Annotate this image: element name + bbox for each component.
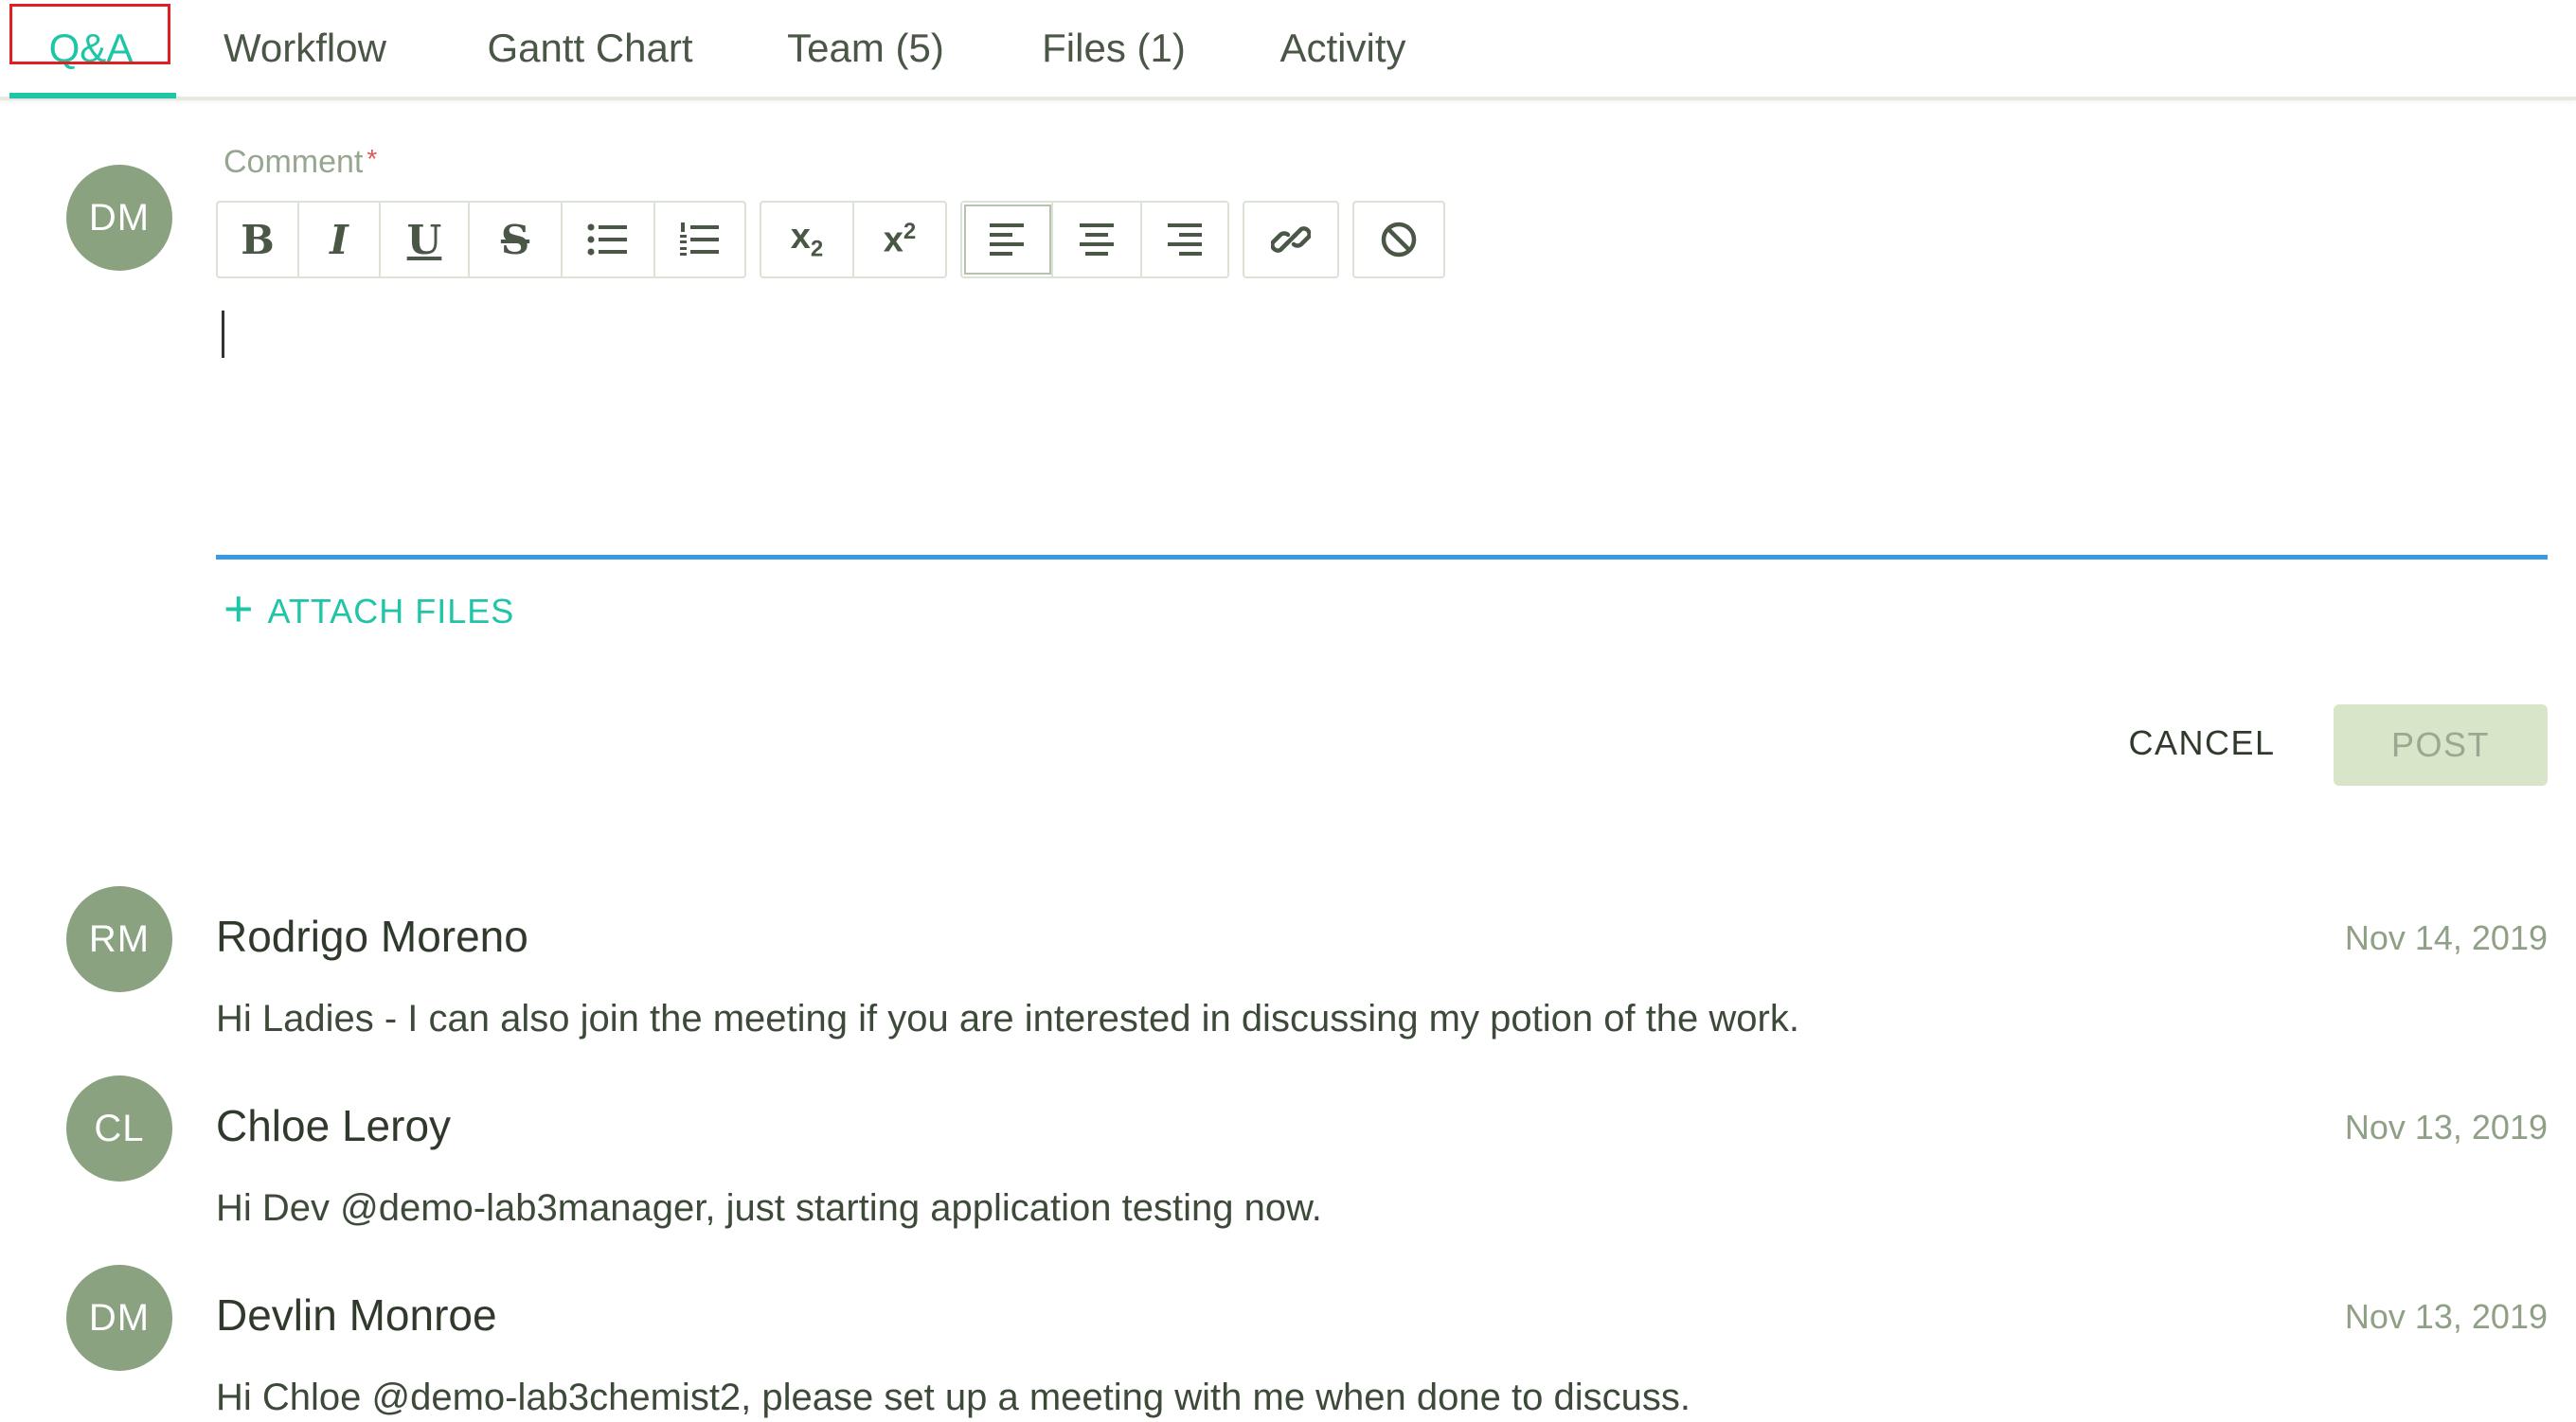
numbered-list-icon [680, 222, 719, 256]
subscript-index: 2 [810, 236, 824, 262]
superscript-icon: x2 [884, 219, 917, 261]
link-icon [1271, 226, 1311, 253]
comment-label-text: Comment [224, 144, 364, 180]
cancel-button[interactable]: CANCEL [2112, 704, 2292, 782]
required-mark: * [367, 144, 378, 173]
comment-date: Nov 14, 2019 [2344, 918, 2548, 957]
tab-activity[interactable]: Activity [1265, 0, 1421, 97]
bullet-list-button[interactable] [563, 203, 655, 276]
comment-editor[interactable] [216, 284, 2546, 559]
comment-text: Hi Dev @demo-lab3manager, just starting … [216, 1187, 1322, 1229]
subscript-base: x [790, 216, 811, 257]
superscript-index: 2 [903, 218, 917, 244]
numbered-list-button[interactable] [655, 203, 744, 276]
bold-button[interactable]: B [218, 203, 299, 276]
underline-button[interactable]: U [381, 203, 470, 276]
tab-workflow[interactable]: Workflow [210, 0, 400, 97]
active-tab-indicator [9, 93, 176, 98]
clear-format-icon [1381, 222, 1417, 258]
subscript-button[interactable]: x2 [761, 203, 854, 276]
avatar: CL [66, 1075, 172, 1182]
plus-icon: + [224, 580, 255, 637]
comment-author: Chloe Leroy [216, 1101, 452, 1150]
align-right-button[interactable] [1142, 203, 1227, 276]
subscript-icon: x2 [791, 217, 824, 263]
avatar: DM [66, 165, 172, 271]
tab-team[interactable]: Team (5) [775, 0, 957, 97]
align-center-button[interactable] [1053, 203, 1142, 276]
toolbar-script-group: x2 x2 [760, 201, 947, 278]
bold-icon: B [241, 216, 275, 263]
toolbar-link-group [1243, 201, 1339, 278]
comment-text: Hi Chloe @demo-lab3chemist2, please set … [216, 1377, 1690, 1418]
align-left-button[interactable] [962, 203, 1053, 276]
bullet-list-icon [587, 223, 627, 256]
comment-author: Rodrigo Moreno [216, 912, 528, 961]
toolbar-align-group [960, 201, 1229, 278]
toolbar-clear-group [1352, 201, 1445, 278]
comment-label: Comment * [224, 144, 377, 181]
link-button[interactable] [1244, 203, 1337, 276]
tab-gantt-chart[interactable]: Gantt Chart [474, 0, 707, 97]
align-center-icon [1080, 223, 1114, 256]
text-caret [222, 311, 224, 358]
underline-icon: U [406, 216, 442, 263]
superscript-button[interactable]: x2 [854, 203, 945, 276]
attach-files-label: ATTACH FILES [267, 592, 515, 631]
avatar: RM [66, 886, 172, 992]
attach-files-button[interactable]: + ATTACH FILES [224, 580, 515, 638]
qa-panel: Q&A Workflow Gantt Chart Team (5) Files … [0, 0, 2576, 1422]
align-left-icon [990, 223, 1024, 256]
post-button[interactable]: POST [2334, 704, 2548, 786]
italic-icon: I [330, 216, 349, 263]
comment-date: Nov 13, 2019 [2344, 1297, 2548, 1336]
comment-text: Hi Ladies - I can also join the meeting … [216, 998, 1799, 1040]
tab-bar: Q&A Workflow Gantt Chart Team (5) Files … [0, 0, 2576, 100]
editor-focus-underline [216, 555, 2548, 560]
superscript-base: x [883, 220, 903, 260]
align-right-icon [1168, 223, 1202, 256]
italic-button[interactable]: I [299, 203, 381, 276]
comment-date: Nov 13, 2019 [2344, 1108, 2548, 1146]
tab-files[interactable]: Files (1) [1029, 0, 1199, 97]
avatar: DM [66, 1265, 172, 1371]
strikethrough-icon: S [500, 216, 530, 263]
clear-format-button[interactable] [1354, 203, 1443, 276]
strikethrough-button[interactable]: S [470, 203, 563, 276]
comment-author: Devlin Monroe [216, 1290, 497, 1340]
tab-highlight-box [9, 4, 170, 64]
toolbar-format-group: B I U S [216, 201, 746, 278]
